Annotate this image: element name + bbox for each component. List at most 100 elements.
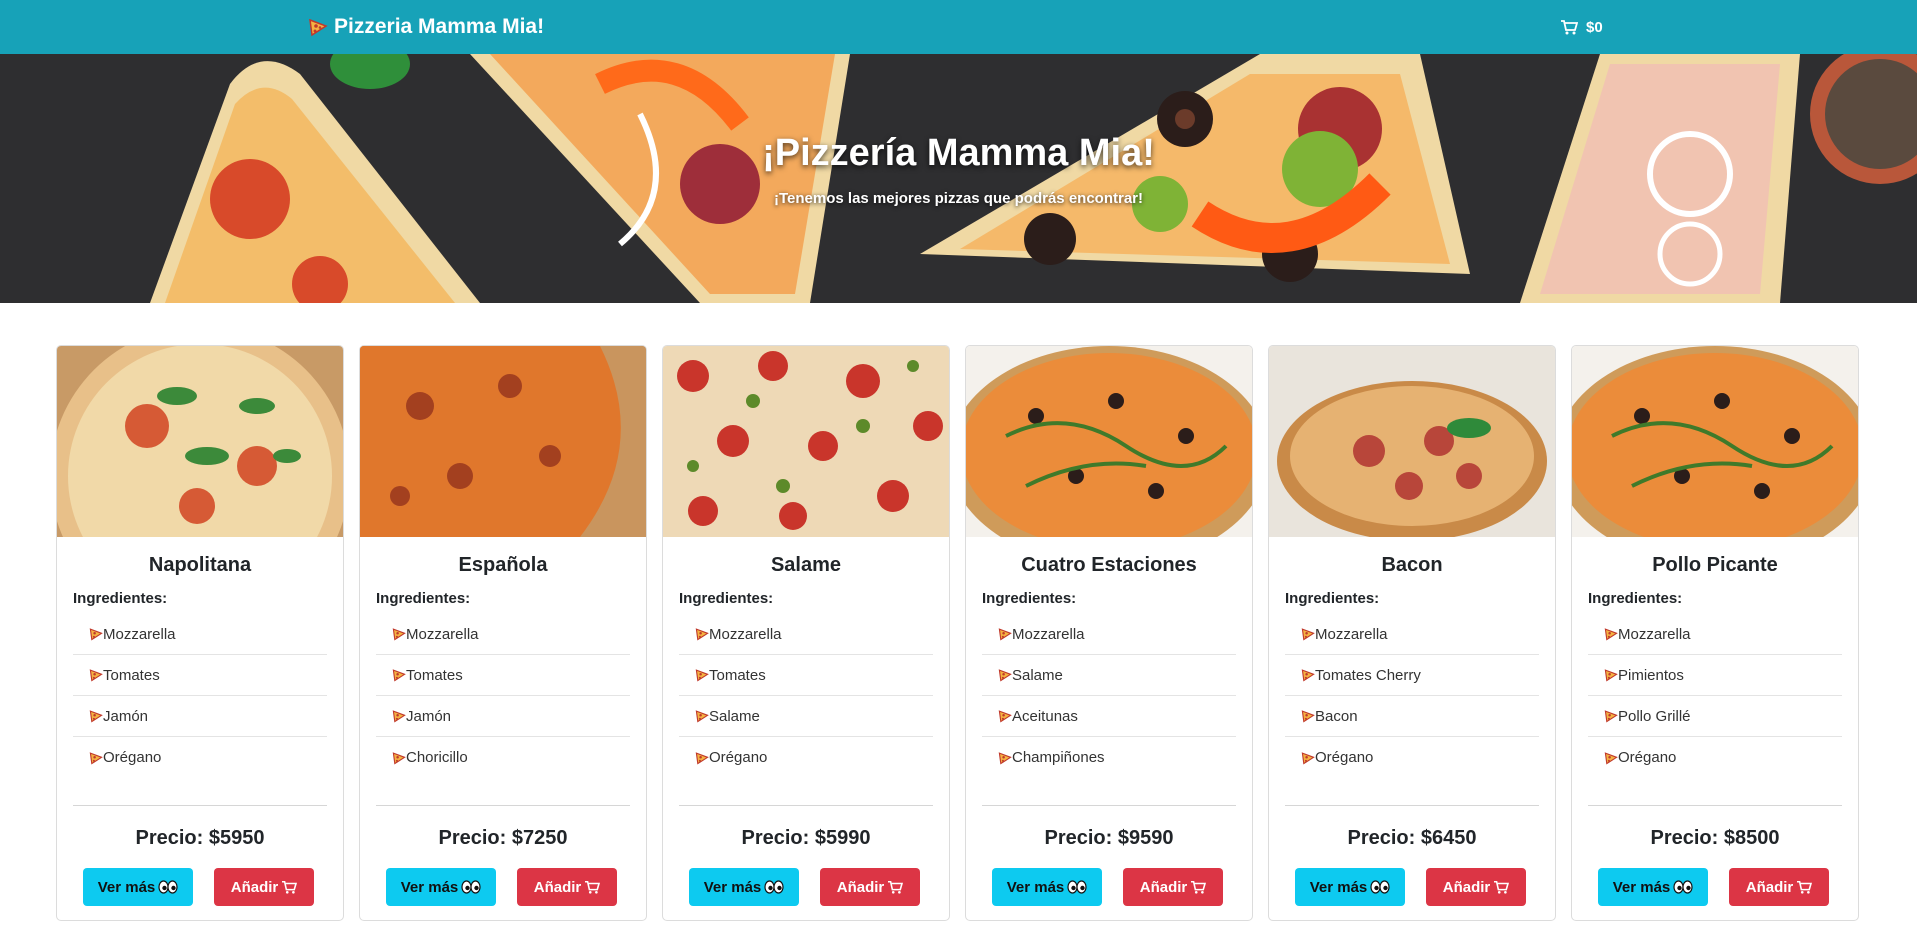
ingredient-name: Orégano [1618, 749, 1677, 766]
pizza-icon [392, 751, 406, 765]
pizza-icon [695, 668, 709, 682]
ingredients-label: Ingredientes: [679, 590, 774, 607]
ingredient-name: Aceitunas [1012, 707, 1078, 725]
list-item: Mozzarella [376, 614, 630, 655]
list-item: Orégano [1285, 737, 1539, 778]
ingredient-name: Mozzarella [1012, 625, 1085, 643]
pizza-icon [392, 627, 406, 641]
list-item: Pollo Grillé [1588, 696, 1842, 737]
ingredients-list: Mozzarella Tomates Cherry Bacon Orégano [1285, 614, 1539, 778]
see-more-button[interactable]: Ver más [1598, 868, 1708, 906]
ingredient-name: Orégano [1315, 749, 1374, 766]
divider [376, 805, 630, 806]
pizza-name: Cuatro Estaciones [1021, 554, 1197, 576]
list-item: Mozzarella [679, 614, 933, 655]
see-more-button[interactable]: Ver más [689, 868, 799, 906]
pizza-card: Pollo Picante Ingredientes: Mozzarella P… [1571, 345, 1859, 921]
pizza-icon [695, 709, 709, 723]
pizza-icon [1604, 668, 1618, 682]
pizza-icon [1604, 751, 1618, 765]
cart-icon [1493, 880, 1510, 894]
ingredient-name: Choricillo [406, 749, 468, 766]
cart-icon [281, 880, 298, 894]
ingredient-name: Bacon [1315, 707, 1358, 725]
hero-title: ¡Pizzería Mamma Mia! [762, 132, 1155, 174]
divider [73, 805, 327, 806]
list-item: Tomates [73, 655, 327, 696]
add-to-cart-button[interactable]: Añadir [820, 868, 920, 906]
cart-icon [887, 880, 904, 894]
list-item: Jamón [73, 696, 327, 737]
ingredient-name: Mozzarella [103, 625, 176, 643]
list-item: Mozzarella [982, 614, 1236, 655]
pizza-image [663, 346, 949, 537]
list-item: Orégano [73, 737, 327, 778]
pizza-icon [1301, 627, 1315, 641]
add-to-cart-button[interactable]: Añadir [517, 868, 617, 906]
ingredient-name: Champiñones [1012, 749, 1105, 766]
brand-title: Pizzeria Mamma Mia! [334, 15, 545, 38]
pizza-icon [1301, 751, 1315, 765]
add-to-cart-button[interactable]: Añadir [214, 868, 314, 906]
ingredient-name: Mozzarella [709, 625, 782, 643]
cart-icon [1560, 19, 1579, 35]
list-item: Jamón [376, 696, 630, 737]
add-to-cart-button[interactable]: Añadir [1426, 868, 1526, 906]
ingredients-list: Mozzarella Tomates Jamón Choricillo [376, 614, 630, 778]
see-more-button[interactable]: Ver más [386, 868, 496, 906]
see-more-button[interactable]: Ver más [1295, 868, 1405, 906]
see-more-button[interactable]: Ver más [83, 868, 193, 906]
add-label: Añadir [1139, 878, 1188, 896]
add-to-cart-button[interactable]: Añadir [1123, 868, 1223, 906]
eyes-icon [1067, 880, 1087, 894]
ingredient-name: Jamón [406, 707, 452, 725]
pizza-icon [89, 668, 103, 682]
ingredient-name: Pollo Grillé [1618, 707, 1691, 725]
list-item: Mozzarella [1285, 614, 1539, 655]
list-item: Bacon [1285, 696, 1539, 737]
see-more-label: Ver más [1612, 878, 1671, 896]
cart-icon [1190, 880, 1207, 894]
cart-total-link[interactable]: $0 [1560, 0, 1603, 54]
pizza-card: Salame Ingredientes: Mozzarella Tomates … [662, 345, 950, 921]
ingredient-name: Mozzarella [1618, 625, 1691, 643]
ingredients-label: Ingredientes: [1588, 590, 1683, 607]
list-item: Orégano [679, 737, 933, 778]
ingredient-name: Orégano [103, 749, 162, 766]
ingredients-label: Ingredientes: [376, 590, 471, 607]
ingredients-label: Ingredientes: [73, 590, 168, 607]
add-to-cart-button[interactable]: Añadir [1729, 868, 1829, 906]
pizza-icon [1604, 627, 1618, 641]
pizza-image [57, 346, 343, 537]
see-more-button[interactable]: Ver más [992, 868, 1102, 906]
pizza-price: Precio: $5950 [135, 827, 265, 849]
pizza-image [1269, 346, 1555, 537]
pizza-icon [89, 627, 103, 641]
list-item: Tomates [679, 655, 933, 696]
see-more-label: Ver más [400, 878, 459, 896]
list-item: Mozzarella [73, 614, 327, 655]
pizza-icon [695, 627, 709, 641]
divider [679, 805, 933, 806]
eyes-icon [1370, 880, 1390, 894]
pizza-price: Precio: $7250 [438, 827, 568, 849]
pizza-image [1572, 346, 1858, 537]
brand-link[interactable]: Pizzeria Mamma Mia! [308, 0, 544, 54]
ingredients-list: Mozzarella Tomates Jamón Orégano [73, 614, 327, 778]
pizza-name: Bacon [1381, 554, 1443, 576]
list-item: Salame [679, 696, 933, 737]
ingredient-name: Salame [709, 707, 760, 725]
ingredients-label: Ingredientes: [1285, 590, 1380, 607]
hero-subtitle: ¡Tenemos las mejores pizzas que podrás e… [774, 190, 1143, 207]
list-item: Salame [982, 655, 1236, 696]
add-label: Añadir [1745, 878, 1794, 896]
ingredient-name: Salame [1012, 666, 1063, 684]
pizza-icon [392, 709, 406, 723]
pizza-icon [89, 709, 103, 723]
pizza-icon [1301, 709, 1315, 723]
see-more-label: Ver más [1006, 878, 1065, 896]
ingredient-name: Tomates [406, 666, 463, 684]
pizza-icon [695, 751, 709, 765]
pizza-name: Pollo Picante [1652, 554, 1778, 576]
pizza-price: Precio: $6450 [1347, 827, 1477, 849]
